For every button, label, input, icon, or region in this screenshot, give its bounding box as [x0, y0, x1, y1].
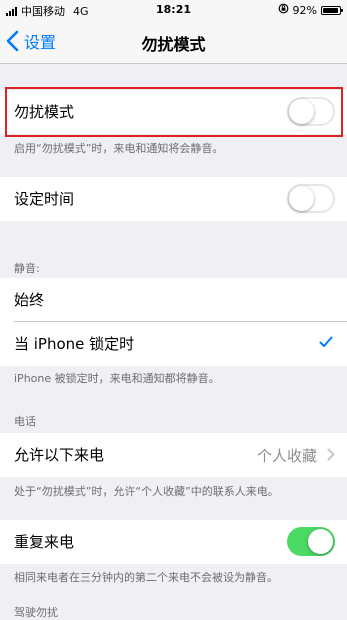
page-title: 勿扰模式	[141, 35, 206, 54]
checkmark-icon	[319, 336, 333, 347]
silence-footer: iPhone 被锁定时，来电和通知都将静音。	[14, 372, 220, 385]
battery-icon	[321, 5, 343, 15]
silence-option-locked[interactable]: 当 iPhone 锁定时	[0, 322, 347, 366]
allow-calls-label: 允许以下来电	[14, 446, 105, 464]
allow-calls-row[interactable]: 允许以下来电 个人收藏	[0, 433, 347, 477]
scheduled-label: 设定时间	[14, 190, 75, 208]
orientation-lock-icon	[278, 3, 289, 17]
status-bar: 中国移动 4G 18:21 92%	[0, 0, 347, 20]
phone-footer: 处于“勿扰模式”时，允许“个人收藏”中的联系人来电。	[14, 485, 279, 498]
chevron-right-icon	[327, 448, 335, 461]
dnd-footer: 启用“勿扰模式”时，来电和通知将会静音。	[14, 142, 224, 155]
repeated-calls-toggle[interactable]	[287, 527, 335, 556]
battery-percent: 92%	[292, 3, 317, 17]
allow-calls-value: 个人收藏	[256, 447, 317, 465]
silence-option-always[interactable]: 始终	[0, 278, 347, 322]
option-label: 始终	[14, 291, 45, 309]
repeated-calls-label: 重复来电	[14, 533, 75, 551]
repeated-footer: 相同来电者在三分钟内的第二个来电不会被设为静音。	[14, 571, 278, 584]
driving-header: 驾驶勿扰	[14, 606, 58, 619]
scheduled-toggle[interactable]	[287, 184, 335, 213]
navigation-bar: 设置 勿扰模式	[0, 20, 347, 64]
scheduled-row: 设定时间	[0, 177, 347, 221]
repeated-calls-row: 重复来电	[0, 520, 347, 564]
option-label: 当 iPhone 锁定时	[14, 335, 135, 353]
status-right: 92%	[278, 3, 343, 17]
phone-header: 电话	[14, 415, 36, 428]
highlight-box	[5, 87, 343, 137]
silence-header: 静音:	[14, 262, 40, 275]
